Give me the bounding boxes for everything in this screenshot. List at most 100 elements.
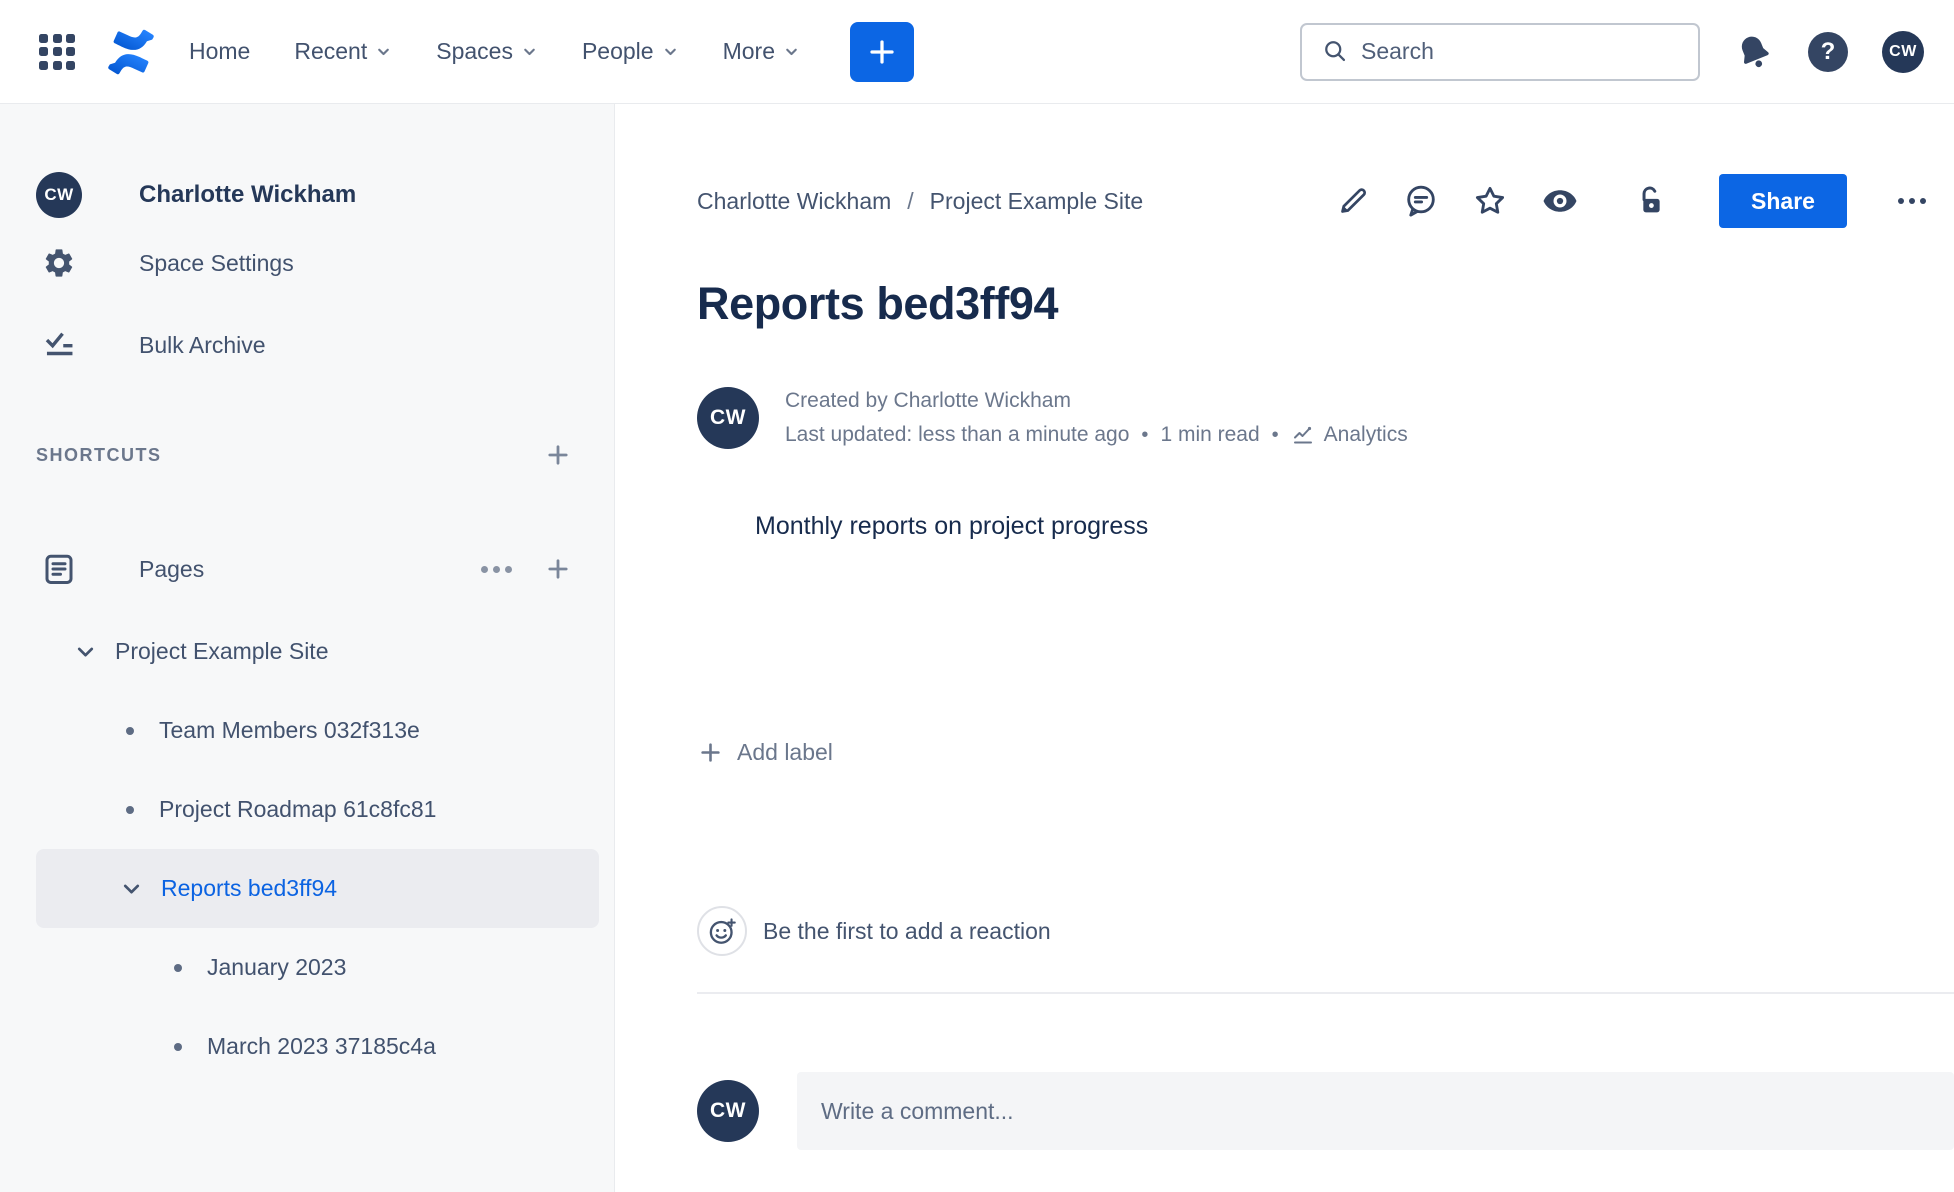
primary-menu: Home Recent Spaces People More	[189, 38, 800, 65]
app-switcher-icon[interactable]	[35, 30, 79, 74]
nav-left-group: Home Recent Spaces People More	[35, 21, 914, 82]
confluence-logo-icon[interactable]	[105, 28, 157, 76]
create-button[interactable]	[849, 21, 914, 82]
nav-people[interactable]: People	[582, 38, 679, 65]
chevron-down-icon[interactable]	[118, 876, 144, 901]
tree-item-project-example-site[interactable]: Project Example Site	[36, 612, 599, 691]
confluence-app: Home Recent Spaces People More Search ? …	[0, 0, 1954, 1192]
breadcrumb-separator: /	[907, 187, 914, 214]
plus-icon	[701, 743, 720, 762]
restrictions-button[interactable]	[1632, 184, 1666, 218]
edit-button[interactable]	[1336, 184, 1370, 218]
chevron-down-icon	[786, 48, 797, 56]
unlock-icon	[1642, 186, 1660, 213]
nav-home-label: Home	[189, 38, 251, 64]
favorite-star-button[interactable]	[1472, 183, 1508, 219]
bullet-icon	[126, 726, 134, 735]
shortcuts-section-header: SHORTCUTS	[36, 427, 614, 483]
search-icon	[1325, 41, 1346, 62]
page-content: Charlotte Wickham / Project Example Site	[615, 104, 1954, 1192]
space-avatar: CW	[36, 172, 82, 218]
created-by: Created by Charlotte Wickham	[785, 389, 1071, 412]
nav-recent-label: Recent	[294, 38, 368, 64]
nav-spaces-label: Spaces	[436, 38, 513, 64]
page-header: Charlotte Wickham / Project Example Site	[697, 170, 1926, 232]
add-label-button[interactable]: Add label	[697, 739, 833, 766]
nav-right-group: ? CW	[1300, 22, 1924, 81]
bullet-icon	[126, 805, 134, 814]
page-actions: Share	[1336, 174, 1926, 228]
add-shortcut-button[interactable]	[544, 441, 572, 469]
smiley-plus-icon	[709, 917, 736, 944]
sidebar-item-bulk-archive[interactable]: Bulk Archive	[36, 304, 614, 386]
tree-item-january-2023[interactable]: January 2023	[36, 928, 599, 1007]
question-mark-icon: ?	[1808, 31, 1848, 72]
grid-icon	[39, 33, 75, 70]
more-actions-icon[interactable]	[1898, 198, 1926, 204]
bullet-icon	[174, 963, 182, 972]
nav-more[interactable]: More	[723, 38, 800, 65]
tree-item-project-roadmap[interactable]: Project Roadmap 61c8fc81	[36, 770, 599, 849]
tree-item-team-members[interactable]: Team Members 032f313e	[36, 691, 599, 770]
pages-icon	[36, 551, 82, 587]
user-avatar[interactable]: CW	[1882, 30, 1924, 73]
byline-meta: Last updated: less than a minute ago • 1…	[785, 418, 1408, 452]
star-icon	[1475, 186, 1505, 214]
pages-actions	[481, 555, 572, 583]
space-header[interactable]: CW Charlotte Wickham	[36, 168, 614, 222]
commenter-avatar: CW	[697, 1080, 759, 1142]
nav-home[interactable]: Home	[189, 38, 250, 65]
search-input[interactable]	[1361, 38, 1686, 65]
add-label-text: Add label	[737, 739, 833, 765]
chevron-down-icon	[664, 48, 676, 56]
pencil-icon	[1341, 188, 1366, 213]
author-avatar[interactable]: CW	[697, 387, 759, 449]
plus-icon	[548, 559, 568, 579]
notifications-bell-icon[interactable]	[1734, 32, 1774, 72]
tree-item-label: Project Example Site	[115, 638, 329, 664]
read-time: 1 min read	[1160, 423, 1260, 446]
help-icon[interactable]: ?	[1808, 31, 1848, 72]
comment-input[interactable]	[797, 1072, 1954, 1150]
analytics-link[interactable]: Analytics	[1291, 418, 1408, 452]
breadcrumb: Charlotte Wickham / Project Example Site	[697, 188, 1143, 215]
shortcuts-heading: SHORTCUTS	[36, 444, 162, 465]
search-box	[1300, 22, 1700, 81]
app-shell: CW Charlotte Wickham Space Settings Bulk…	[0, 104, 1954, 1192]
pages-more-icon[interactable]	[481, 565, 512, 573]
chevron-down-icon[interactable]	[72, 639, 98, 664]
reaction-row: Be the first to add a reaction	[697, 906, 1926, 956]
share-button[interactable]: Share	[1719, 174, 1847, 228]
confluence-logo	[108, 29, 154, 74]
space-sidebar: CW Charlotte Wickham Space Settings Bulk…	[0, 104, 615, 1192]
add-reaction-button[interactable]	[697, 906, 747, 956]
nav-recent[interactable]: Recent	[294, 38, 392, 65]
nav-more-label: More	[722, 38, 775, 64]
page-body-text: Monthly reports on project progress	[755, 512, 1149, 540]
chevron-down-icon	[378, 48, 390, 56]
dot-separator: •	[1271, 424, 1279, 446]
pages-section-header[interactable]: Pages	[36, 530, 614, 608]
tree-item-march-2023[interactable]: March 2023 37185c4a	[36, 1007, 599, 1086]
sidebar-item-space-settings[interactable]: Space Settings	[36, 222, 614, 304]
breadcrumb-space[interactable]: Charlotte Wickham	[697, 188, 891, 215]
watch-button[interactable]	[1541, 182, 1579, 220]
add-page-button[interactable]	[544, 555, 572, 583]
plus-icon	[548, 445, 568, 465]
comments-divider	[697, 992, 1954, 994]
chevron-down-icon	[524, 48, 535, 56]
pages-label: Pages	[139, 555, 205, 582]
comments-button[interactable]	[1403, 183, 1439, 219]
nav-spaces[interactable]: Spaces	[436, 38, 538, 65]
comment-bubble-icon	[1407, 185, 1435, 217]
last-updated[interactable]: Last updated: less than a minute ago	[785, 418, 1129, 452]
space-name: Charlotte Wickham	[139, 181, 357, 208]
tree-item-reports-selected[interactable]: Reports bed3ff94	[36, 849, 599, 928]
breadcrumb-parent-page[interactable]: Project Example Site	[930, 188, 1143, 215]
sidebar-item-label: Space Settings	[139, 249, 294, 276]
tree-item-label: Reports bed3ff94	[161, 875, 338, 901]
top-navigation: Home Recent Spaces People More Search ? …	[0, 0, 1954, 104]
dot-separator: •	[1141, 424, 1149, 446]
bulk-archive-icon	[36, 328, 82, 362]
tree-item-label: January 2023	[207, 954, 347, 980]
